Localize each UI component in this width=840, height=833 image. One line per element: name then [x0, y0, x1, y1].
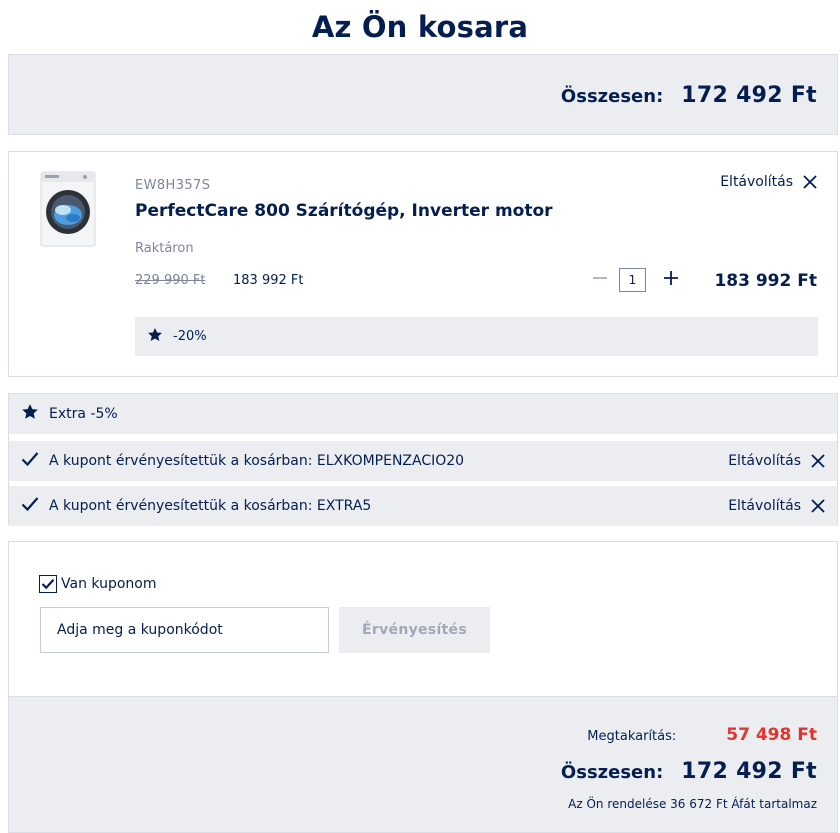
savings-value: 57 498 Ft [726, 725, 817, 745]
star-icon [21, 403, 39, 425]
applied-coupon-row: A kupont érvényesítettük a kosárban: EXT… [9, 486, 837, 526]
checkbox-checked[interactable] [39, 575, 57, 593]
remove-item-button[interactable]: Eltávolítás [720, 174, 817, 190]
close-icon [811, 454, 825, 468]
savings-row: Megtakarítás: 57 498 Ft [587, 725, 817, 745]
star-icon [147, 327, 163, 347]
close-icon [811, 499, 825, 513]
total-row: Összesen: 172 492 Ft [561, 759, 817, 784]
remove-coupon-button[interactable]: Eltávolítás [728, 498, 825, 514]
check-icon [21, 496, 39, 516]
decrease-quantity-button[interactable] [589, 269, 611, 291]
discount-label: -20% [173, 329, 207, 344]
quantity-input[interactable]: 1 [619, 268, 646, 292]
applied-coupon-text: A kupont érvényesítettük a kosárban: EXT… [49, 498, 372, 514]
page-title: Az Ön kosara [311, 10, 529, 44]
remove-label: Eltávolítás [728, 453, 801, 469]
remove-label: Eltávolítás [720, 174, 793, 190]
product-sku: EW8H357S [135, 178, 211, 193]
increase-quantity-button[interactable] [660, 269, 682, 291]
remove-label: Eltávolítás [728, 498, 801, 514]
old-price: 229 990 Ft [135, 273, 206, 288]
coupon-code-input[interactable]: Adja meg a kuponkódot [40, 607, 329, 653]
total-row: Összesen: 172 492 Ft [561, 83, 817, 108]
cart-summary-bottom: Megtakarítás: 57 498 Ft Összesen: 172 49… [8, 696, 838, 833]
total-value: 172 492 Ft [681, 759, 817, 784]
total-value: 172 492 Ft [681, 83, 817, 108]
discount-badge: -20% [135, 317, 818, 356]
applied-coupon-row: A kupont érvényesítettük a kosárban: ELX… [9, 441, 837, 481]
check-icon [21, 451, 39, 471]
minus-icon [592, 270, 608, 290]
extra-discount-label: Extra -5% [49, 406, 118, 422]
quantity-stepper: 1 [589, 268, 682, 292]
total-label: Összesen: [560, 762, 664, 783]
remove-coupon-button[interactable]: Eltávolítás [728, 453, 825, 469]
line-total: 183 992 Ft [714, 271, 817, 291]
plus-icon [663, 270, 679, 290]
applied-coupons: Extra -5% A kupont érvényesítettük a kos… [8, 393, 838, 526]
coupon-form: Van kuponom Adja meg a kuponkódot Érvény… [8, 541, 838, 696]
savings-label: Megtakarítás: [587, 729, 677, 744]
cart-summary-top: Összesen: 172 492 Ft [8, 54, 838, 135]
product-image[interactable] [39, 170, 97, 248]
stock-status: Raktáron [135, 241, 194, 256]
extra-discount-row: Extra -5% [9, 394, 837, 434]
apply-coupon-button[interactable]: Érvényesítés [339, 607, 490, 653]
close-icon [803, 175, 817, 189]
checkbox-label: Van kuponom [61, 576, 157, 592]
unit-price: 183 992 Ft [233, 273, 304, 288]
total-label: Összesen: [560, 86, 664, 107]
cart-item: EW8H357S PerfectCare 800 Szárítógép, Inv… [8, 151, 838, 377]
product-name[interactable]: PerfectCare 800 Szárítógép, Inverter mot… [135, 201, 553, 221]
applied-coupon-text: A kupont érvényesítettük a kosárban: ELX… [49, 453, 465, 469]
have-coupon-checkbox[interactable]: Van kuponom [39, 575, 156, 593]
vat-note: Az Ön rendelése 36 672 Ft Áfát tartalmaz [568, 797, 817, 811]
